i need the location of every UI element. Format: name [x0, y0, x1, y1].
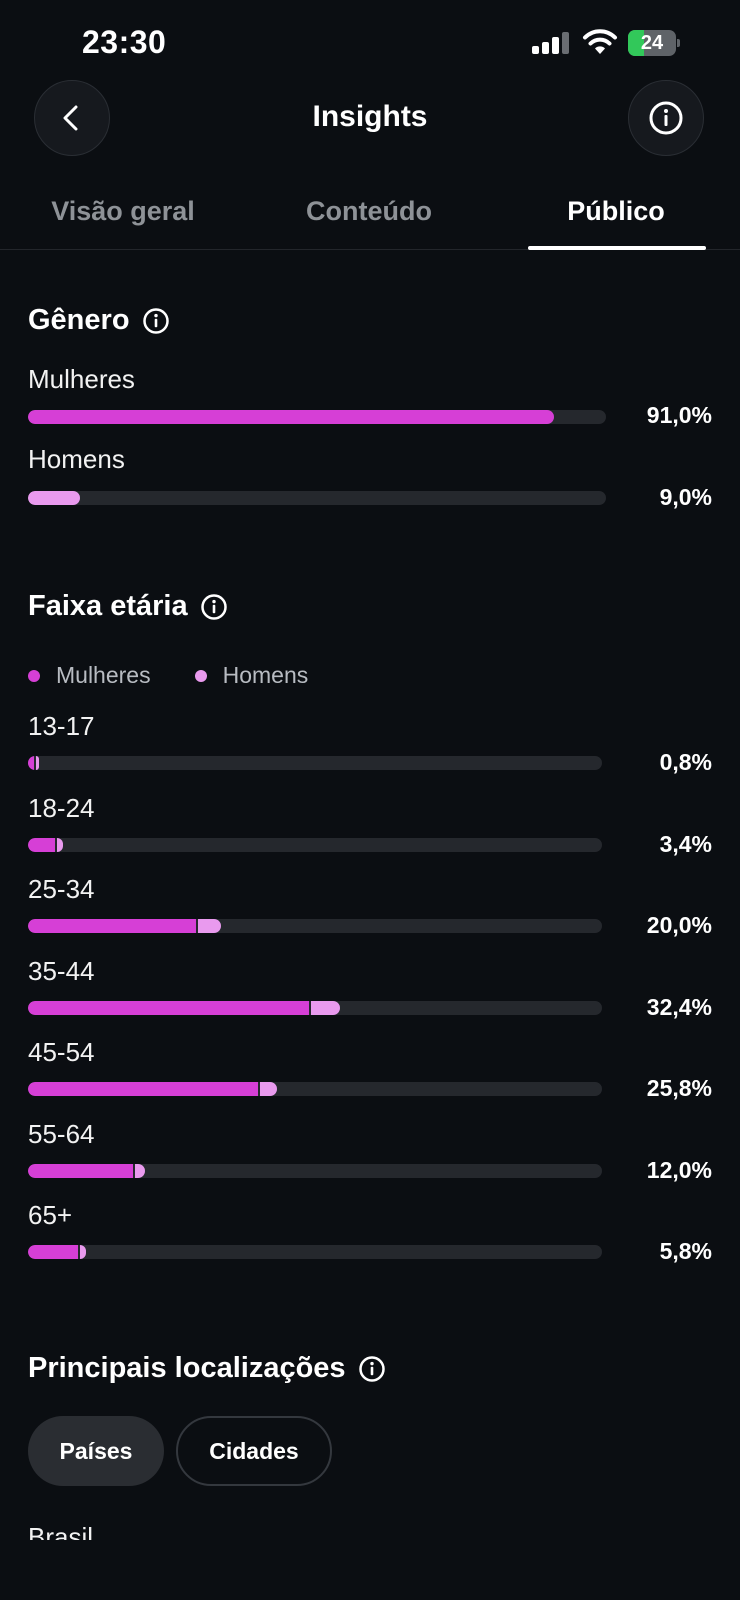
battery-level: 24 — [640, 32, 664, 54]
age-pct-55-64: 12,0% — [646, 1156, 712, 1183]
locations-title: Principais localizações — [28, 1352, 346, 1384]
age-section-title: Faixa etária — [28, 590, 228, 623]
locations-section-title: Principais localizações — [28, 1352, 386, 1385]
gender-bar-women — [28, 410, 606, 424]
age-pct-35-44: 32,4% — [646, 993, 712, 1020]
age-label-18-24: 18-24 — [28, 792, 95, 823]
status-time: 23:30 — [82, 24, 167, 60]
tab-bar: Visão geral Conteúdo Público — [0, 180, 740, 250]
insights-screen: 23:30 24 Insights Visão geral Conteúdo P… — [0, 0, 740, 1600]
age-pct-18-24: 3,4% — [659, 830, 712, 857]
age-fill-women-25-34 — [28, 919, 196, 933]
legend-item-women: Mulheres — [28, 662, 151, 689]
age-fill-women-55-64 — [28, 1163, 133, 1178]
age-bar-45-54 — [28, 1082, 602, 1096]
info-icon — [649, 101, 683, 135]
tab-visao-geral[interactable]: Visão geral — [0, 196, 246, 227]
age-fill-men-13-17 — [36, 756, 39, 770]
age-bar-13-17 — [28, 756, 602, 770]
battery-icon: 24 — [628, 30, 680, 56]
wifi-icon — [583, 29, 617, 54]
age-label-13-17: 13-17 — [28, 711, 95, 741]
age-fill-men-55-64 — [135, 1163, 145, 1178]
tab-conteudo[interactable]: Conteúdo — [246, 196, 492, 227]
gender-fill-men — [28, 491, 80, 505]
age-bar-65plus — [28, 1245, 602, 1259]
age-fill-women-45-54 — [28, 1082, 258, 1096]
age-pct-13-17: 0,8% — [659, 749, 712, 775]
info-button[interactable] — [628, 80, 704, 156]
legend-item-men: Homens — [194, 662, 309, 689]
age-fill-men-65plus — [80, 1245, 86, 1259]
location-name: Brasil — [28, 1524, 94, 1540]
status-bar: 23:30 24 — [0, 0, 740, 88]
legend-dot-men — [194, 669, 207, 682]
age-fill-women-65plus — [28, 1245, 78, 1259]
gender-bar-men — [28, 491, 606, 505]
bottom-background — [0, 1540, 740, 1600]
age-bar-18-24 — [28, 837, 602, 852]
gender-label-men: Homens — [28, 444, 125, 474]
age-fill-men-25-34 — [198, 919, 221, 933]
gender-fill-women — [28, 410, 554, 424]
pill-paises[interactable]: Países — [28, 1416, 164, 1486]
legend-dot-women — [28, 669, 40, 682]
age-fill-men-35-44 — [311, 1000, 340, 1015]
age-label-25-34: 25-34 — [28, 874, 95, 904]
header: Insights — [0, 80, 740, 160]
legend-label-men: Homens — [222, 662, 309, 688]
age-label-55-64: 55-64 — [28, 1118, 95, 1149]
age-label-45-54: 45-54 — [28, 1037, 95, 1067]
age-label-65plus: 65+ — [28, 1200, 73, 1230]
age-legend: Mulheres Homens — [28, 662, 352, 689]
age-pct-45-54: 25,8% — [646, 1075, 712, 1101]
age-bar-55-64 — [28, 1163, 602, 1178]
age-label-35-44: 35-44 — [28, 955, 95, 986]
tab-publico[interactable]: Público — [492, 196, 740, 227]
age-pct-25-34: 20,0% — [646, 912, 712, 938]
age-fill-men-18-24 — [57, 837, 63, 852]
info-icon[interactable] — [142, 307, 170, 335]
legend-label-women: Mulheres — [56, 662, 151, 688]
info-icon[interactable] — [200, 593, 228, 621]
age-title: Faixa etária — [28, 590, 188, 622]
gender-section-title: Gênero — [28, 304, 170, 337]
age-fill-men-45-54 — [260, 1082, 277, 1096]
age-pct-65plus: 5,8% — [659, 1238, 712, 1264]
gender-pct-men: 9,0% — [659, 484, 712, 510]
cellular-signal-icon — [532, 32, 572, 54]
info-icon[interactable] — [358, 1355, 386, 1383]
age-fill-women-18-24 — [28, 837, 55, 852]
pill-cidades[interactable]: Cidades — [176, 1416, 332, 1486]
gender-title: Gênero — [28, 304, 130, 336]
gender-pct-women: 91,0% — [646, 402, 712, 428]
location-row-first: Brasil — [28, 1524, 328, 1540]
age-fill-women-13-17 — [28, 756, 34, 770]
gender-label-women: Mulheres — [28, 364, 135, 394]
active-tab-indicator — [528, 246, 706, 250]
age-bar-25-34 — [28, 919, 602, 933]
age-fill-women-35-44 — [28, 1000, 309, 1015]
age-bar-35-44 — [28, 1000, 602, 1015]
